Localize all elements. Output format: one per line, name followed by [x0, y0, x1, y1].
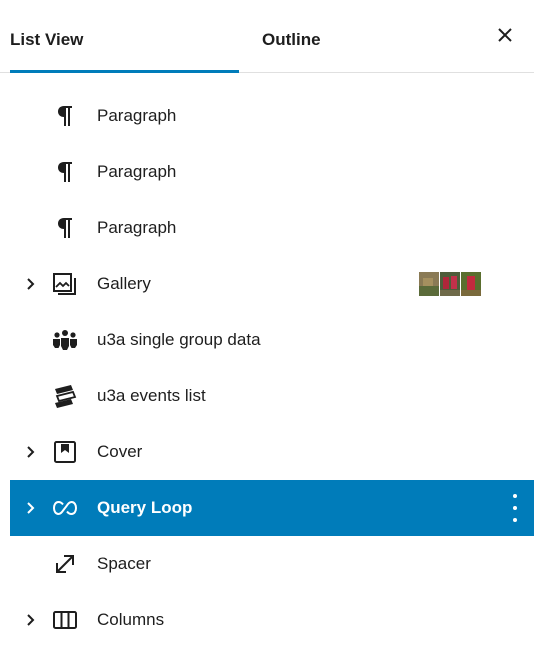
paragraph-icon: [50, 213, 80, 243]
list-item-gallery[interactable]: Gallery: [10, 256, 534, 312]
list-item-u3a-events-list[interactable]: u3a events list: [10, 368, 534, 424]
block-label: Paragraph: [97, 106, 177, 125]
people-group-icon: [50, 325, 80, 355]
block-label: Paragraph: [97, 162, 177, 181]
spacer-resize-icon: [50, 549, 80, 579]
block-label: Paragraph: [97, 218, 177, 237]
gallery-thumbnails: [419, 272, 481, 296]
tab-list-view-label: List View: [10, 30, 84, 49]
tab-outline[interactable]: Outline: [262, 0, 321, 72]
paragraph-icon: [50, 101, 80, 131]
tab-outline-label: Outline: [262, 30, 321, 49]
chevron-right-icon[interactable]: [24, 499, 38, 517]
list-item-paragraph[interactable]: Paragraph: [10, 144, 534, 200]
active-tab-indicator: [10, 70, 239, 73]
chevron-right-icon[interactable]: [24, 275, 38, 293]
chevron-right-icon[interactable]: [24, 443, 38, 461]
list-item-cover[interactable]: Cover: [10, 424, 534, 480]
chevron-right-icon[interactable]: [24, 611, 38, 629]
events-stack-icon: [50, 381, 80, 411]
more-options-icon[interactable]: [512, 494, 518, 522]
gallery-thumbnail-image: [440, 272, 460, 296]
list-item-paragraph[interactable]: Paragraph: [10, 200, 534, 256]
list-item-u3a-single-group-data[interactable]: u3a single group data: [10, 312, 534, 368]
list-view-tabs: List View Outline: [0, 0, 534, 73]
block-label: Columns: [97, 610, 165, 629]
list-item-columns[interactable]: Columns: [10, 592, 534, 648]
cover-icon: [50, 437, 80, 467]
block-label: Cover: [97, 442, 143, 461]
block-label: Spacer: [97, 554, 151, 573]
loop-icon: [50, 493, 80, 523]
tab-list-view[interactable]: List View: [10, 0, 239, 73]
block-label: Query Loop: [97, 498, 193, 517]
block-label: u3a single group data: [97, 330, 261, 349]
paragraph-icon: [50, 157, 80, 187]
block-label: u3a events list: [97, 386, 206, 405]
list-item-query-loop[interactable]: Query Loop: [10, 480, 534, 536]
list-item-spacer[interactable]: Spacer: [10, 536, 534, 592]
list-item-paragraph[interactable]: Paragraph: [10, 88, 534, 144]
gallery-icon: [50, 269, 80, 299]
close-icon[interactable]: [494, 24, 516, 46]
gallery-thumbnail-image: [461, 272, 481, 296]
block-label: Gallery: [97, 274, 151, 293]
gallery-thumbnail-image: [419, 272, 439, 296]
columns-icon: [50, 605, 80, 635]
